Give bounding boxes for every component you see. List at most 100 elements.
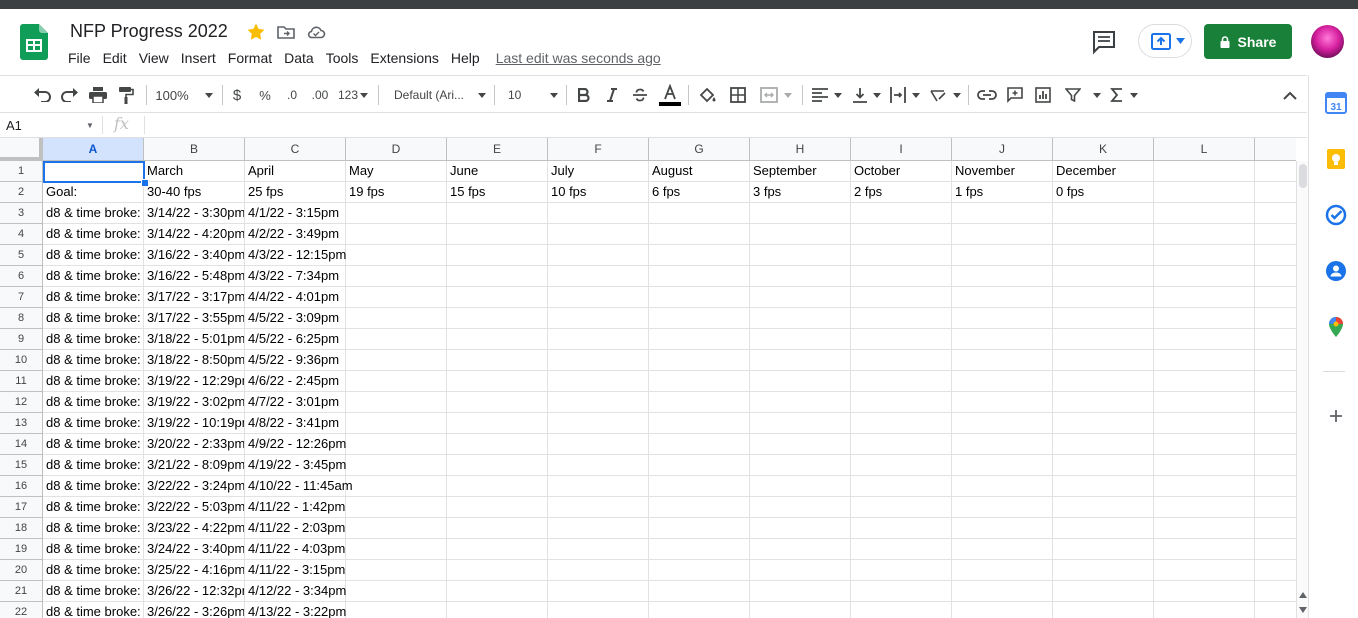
cell-k9[interactable] bbox=[1053, 329, 1154, 350]
cell-j20[interactable] bbox=[952, 560, 1053, 581]
redo-button[interactable] bbox=[58, 84, 82, 106]
cell-c13[interactable]: 4/8/22 - 3:41pm bbox=[245, 413, 346, 434]
cell-l6[interactable] bbox=[1154, 266, 1255, 287]
create-filter-button[interactable] bbox=[1062, 84, 1104, 106]
row-header-18[interactable]: 18 bbox=[0, 518, 43, 539]
cell-d8[interactable] bbox=[346, 308, 447, 329]
cell-c2[interactable]: 25 fps bbox=[245, 182, 346, 203]
cell-l4[interactable] bbox=[1154, 224, 1255, 245]
menu-format[interactable]: Format bbox=[222, 46, 278, 70]
cell-a5[interactable]: d8 & time broke: bbox=[43, 245, 144, 266]
cell-d17[interactable] bbox=[346, 497, 447, 518]
functions-button[interactable] bbox=[1108, 84, 1140, 106]
cell-i4[interactable] bbox=[851, 224, 952, 245]
scrollbar-thumb[interactable] bbox=[1299, 164, 1307, 188]
row-header-22[interactable]: 22 bbox=[0, 602, 43, 618]
cell-e16[interactable] bbox=[447, 476, 548, 497]
cell-c19[interactable]: 4/11/22 - 4:03pm bbox=[245, 539, 346, 560]
cell-b5[interactable]: 3/16/22 - 3:40pm bbox=[144, 245, 245, 266]
cell-l11[interactable] bbox=[1154, 371, 1255, 392]
cell-c10[interactable]: 4/5/22 - 9:36pm bbox=[245, 350, 346, 371]
cell-k19[interactable] bbox=[1053, 539, 1154, 560]
cell-j3[interactable] bbox=[952, 203, 1053, 224]
cell-j7[interactable] bbox=[952, 287, 1053, 308]
cell-c12[interactable]: 4/7/22 - 3:01pm bbox=[245, 392, 346, 413]
cell-b14[interactable]: 3/20/22 - 2:33pm bbox=[144, 434, 245, 455]
cell-g14[interactable] bbox=[649, 434, 750, 455]
cell-k22[interactable] bbox=[1053, 602, 1154, 618]
row-header-3[interactable]: 3 bbox=[0, 203, 43, 224]
cell-k6[interactable] bbox=[1053, 266, 1154, 287]
cell-h1[interactable]: September bbox=[750, 161, 851, 182]
cell-a17[interactable]: d8 & time broke: bbox=[43, 497, 144, 518]
cell-e22[interactable] bbox=[447, 602, 548, 618]
cell-g20[interactable] bbox=[649, 560, 750, 581]
cell-f1[interactable]: July bbox=[548, 161, 649, 182]
row-header-21[interactable]: 21 bbox=[0, 581, 43, 602]
cell-b10[interactable]: 3/18/22 - 8:50pm bbox=[144, 350, 245, 371]
cell-b17[interactable]: 3/22/22 - 5:03pm bbox=[144, 497, 245, 518]
cell-j1[interactable]: November bbox=[952, 161, 1053, 182]
cell-h12[interactable] bbox=[750, 392, 851, 413]
cell-j12[interactable] bbox=[952, 392, 1053, 413]
more-formats-button[interactable]: 123 bbox=[337, 84, 369, 106]
print-button[interactable] bbox=[86, 84, 110, 106]
cell-e5[interactable] bbox=[447, 245, 548, 266]
cell-j10[interactable] bbox=[952, 350, 1053, 371]
cell-j16[interactable] bbox=[952, 476, 1053, 497]
cell-h5[interactable] bbox=[750, 245, 851, 266]
undo-button[interactable] bbox=[30, 84, 54, 106]
cell-g5[interactable] bbox=[649, 245, 750, 266]
cell-j14[interactable] bbox=[952, 434, 1053, 455]
cell-partial[interactable] bbox=[1255, 266, 1296, 287]
zoom-select[interactable]: 100% bbox=[154, 84, 214, 106]
calendar-icon[interactable]: 31 bbox=[1325, 92, 1347, 114]
cell-a13[interactable]: d8 & time broke: bbox=[43, 413, 144, 434]
cell-partial[interactable] bbox=[1255, 455, 1296, 476]
cell-f3[interactable] bbox=[548, 203, 649, 224]
cell-j11[interactable] bbox=[952, 371, 1053, 392]
cell-k11[interactable] bbox=[1053, 371, 1154, 392]
cell-k12[interactable] bbox=[1053, 392, 1154, 413]
cell-i17[interactable] bbox=[851, 497, 952, 518]
row-header-19[interactable]: 19 bbox=[0, 539, 43, 560]
cell-d9[interactable] bbox=[346, 329, 447, 350]
cell-c9[interactable]: 4/5/22 - 6:25pm bbox=[245, 329, 346, 350]
italic-button[interactable] bbox=[602, 84, 622, 106]
cell-d12[interactable] bbox=[346, 392, 447, 413]
cell-e19[interactable] bbox=[447, 539, 548, 560]
cell-partial[interactable] bbox=[1255, 203, 1296, 224]
cloud-saved-icon[interactable] bbox=[306, 22, 326, 42]
cell-k1[interactable]: December bbox=[1053, 161, 1154, 182]
cell-f9[interactable] bbox=[548, 329, 649, 350]
cell-k4[interactable] bbox=[1053, 224, 1154, 245]
row-header-15[interactable]: 15 bbox=[0, 455, 43, 476]
cell-f22[interactable] bbox=[548, 602, 649, 618]
column-header-f[interactable]: F bbox=[548, 138, 649, 161]
cell-g13[interactable] bbox=[649, 413, 750, 434]
cell-b22[interactable]: 3/26/22 - 3:26pm bbox=[144, 602, 245, 618]
insert-link-button[interactable] bbox=[976, 84, 998, 106]
column-header-l[interactable]: L bbox=[1154, 138, 1255, 161]
formula-input[interactable] bbox=[152, 118, 1292, 134]
cell-f19[interactable] bbox=[548, 539, 649, 560]
row-header-1[interactable]: 1 bbox=[0, 161, 43, 182]
cell-f12[interactable] bbox=[548, 392, 649, 413]
cell-i2[interactable]: 2 fps bbox=[851, 182, 952, 203]
cell-d11[interactable] bbox=[346, 371, 447, 392]
cell-l10[interactable] bbox=[1154, 350, 1255, 371]
cell-e3[interactable] bbox=[447, 203, 548, 224]
cell-l14[interactable] bbox=[1154, 434, 1255, 455]
row-header-16[interactable]: 16 bbox=[0, 476, 43, 497]
cell-g16[interactable] bbox=[649, 476, 750, 497]
borders-button[interactable] bbox=[728, 84, 748, 106]
cell-k14[interactable] bbox=[1053, 434, 1154, 455]
text-rotation-button[interactable] bbox=[928, 84, 962, 106]
contacts-icon[interactable] bbox=[1325, 260, 1347, 282]
last-edit-link[interactable]: Last edit was seconds ago bbox=[496, 50, 661, 66]
cell-i6[interactable] bbox=[851, 266, 952, 287]
cell-g19[interactable] bbox=[649, 539, 750, 560]
cell-partial[interactable] bbox=[1255, 434, 1296, 455]
horizontal-align-button[interactable] bbox=[810, 84, 844, 106]
cell-k18[interactable] bbox=[1053, 518, 1154, 539]
